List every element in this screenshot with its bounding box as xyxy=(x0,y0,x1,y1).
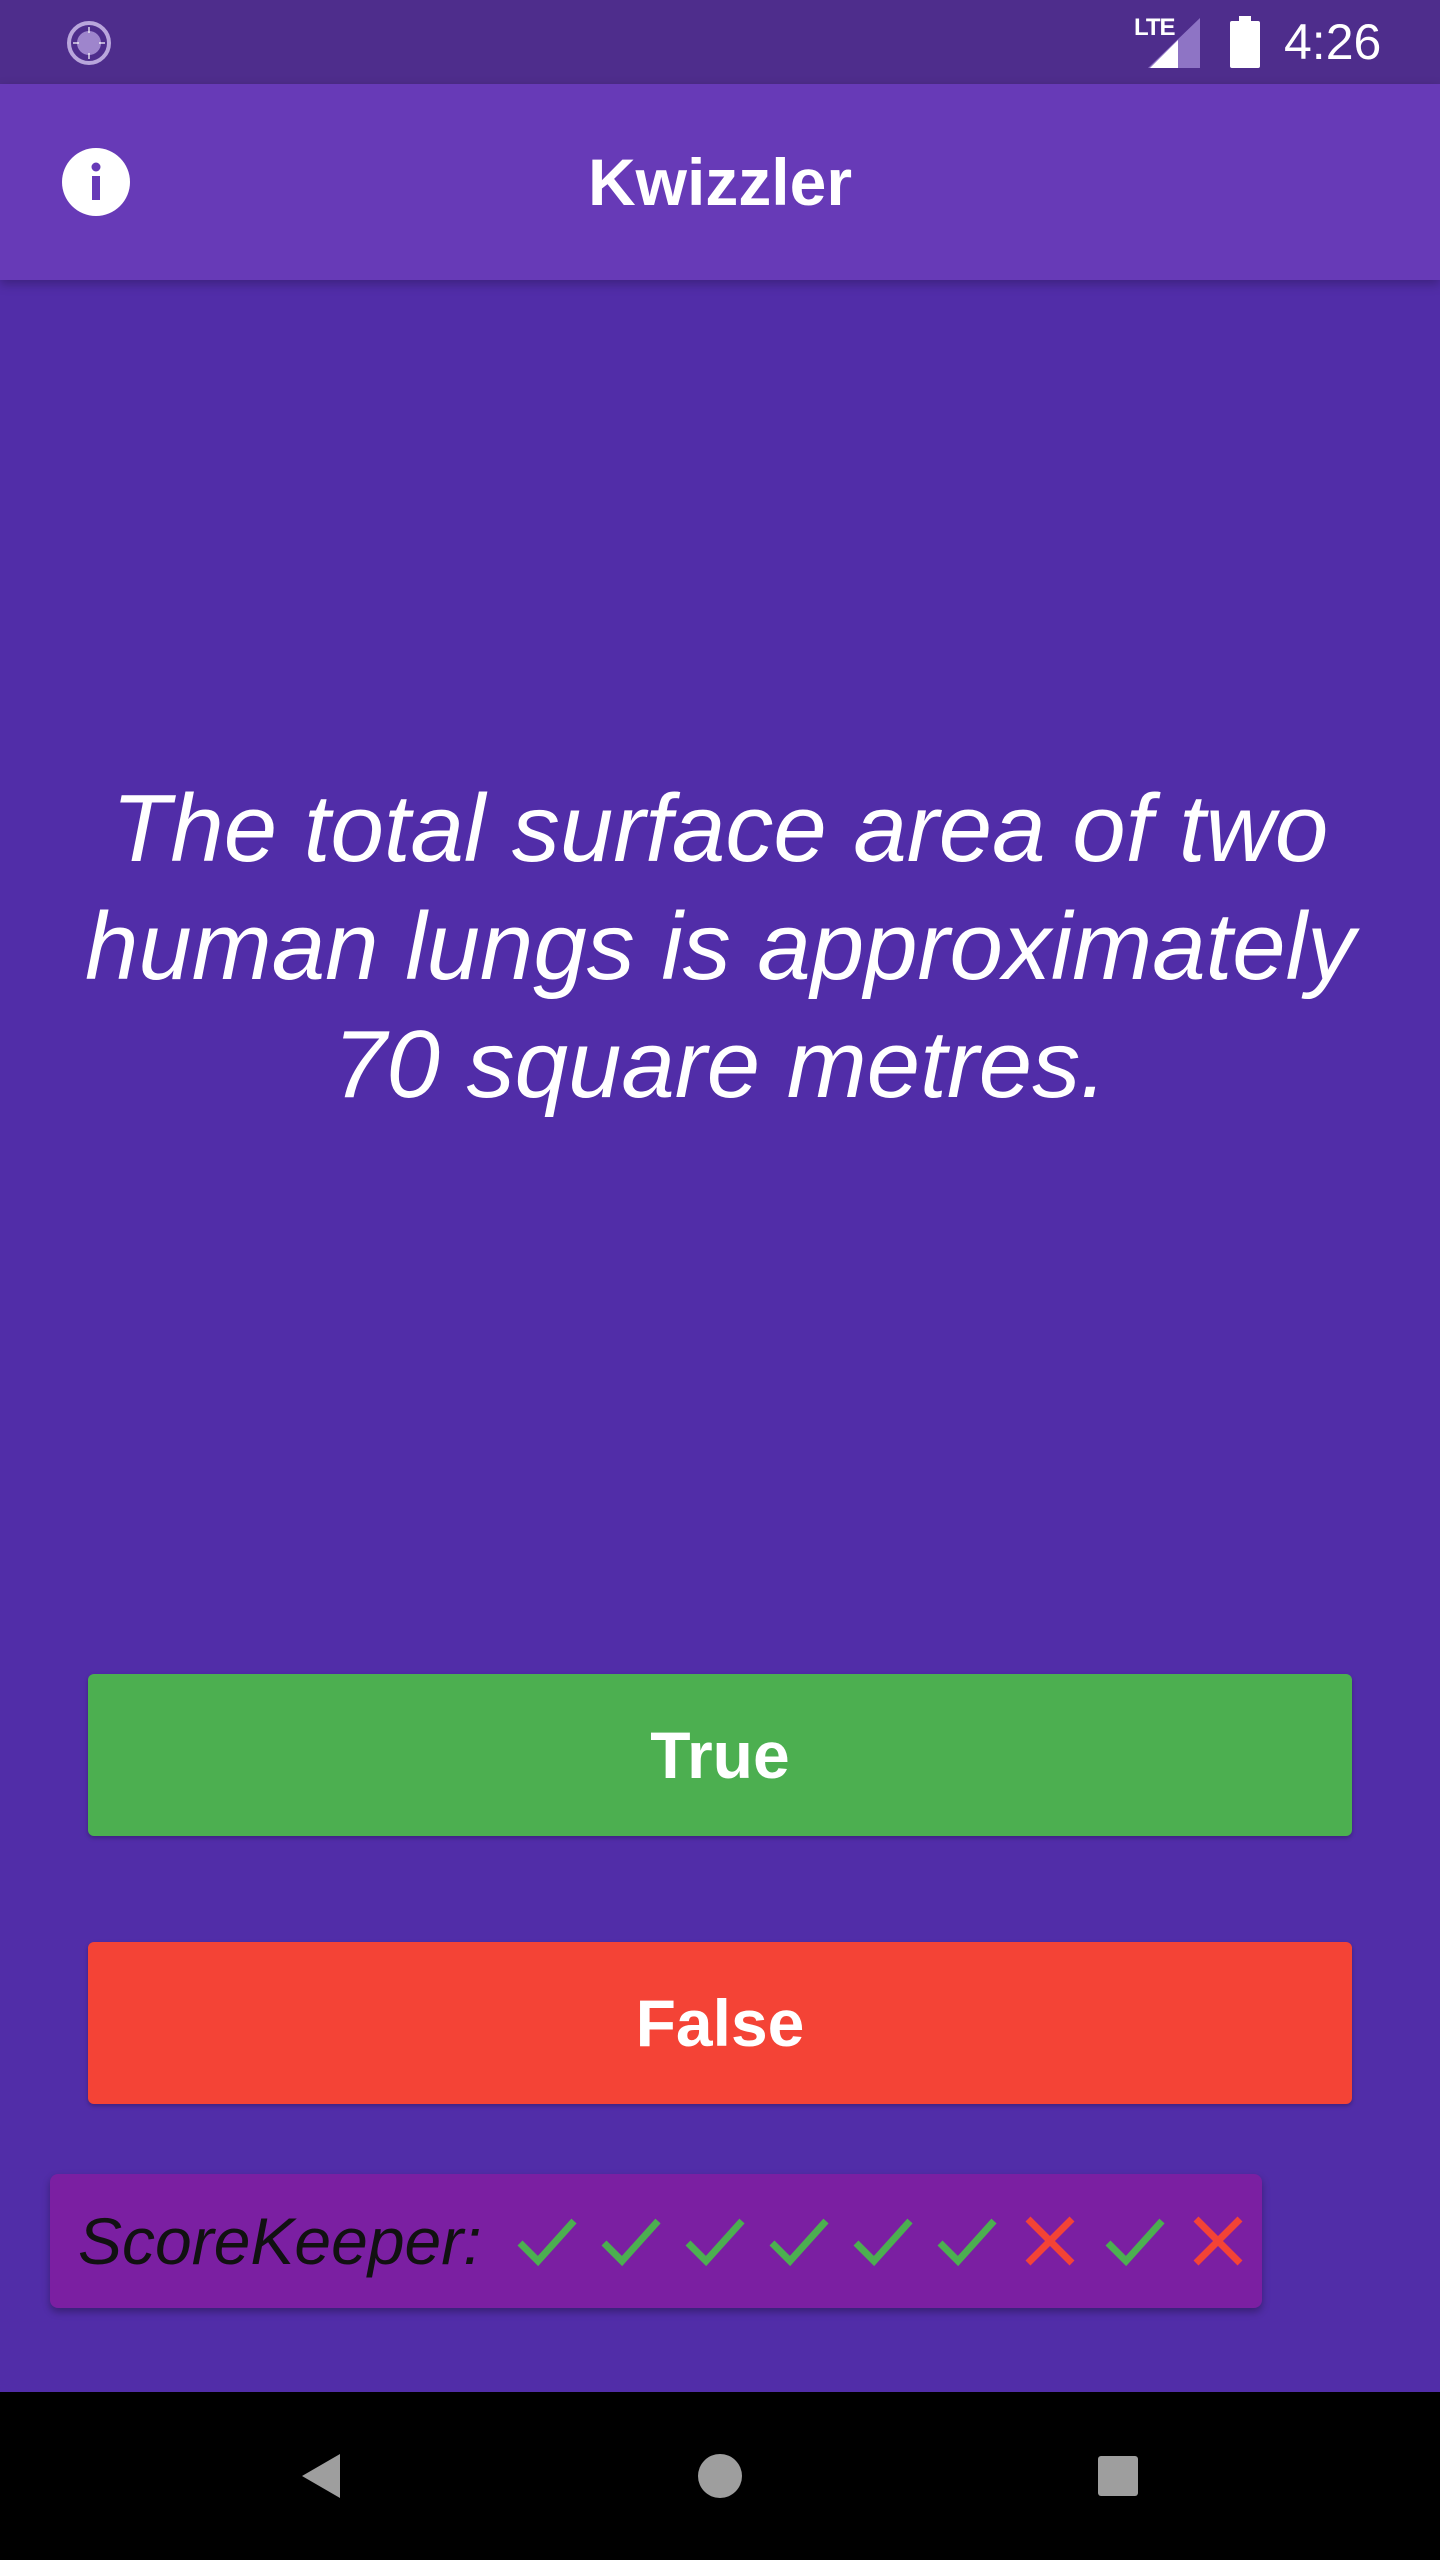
recents-icon[interactable] xyxy=(1076,2434,1160,2518)
home-icon[interactable] xyxy=(678,2434,762,2518)
score-keeper: ScoreKeeper: xyxy=(50,2174,1262,2308)
check-icon xyxy=(601,2218,661,2267)
back-icon[interactable] xyxy=(280,2434,364,2518)
check-icon xyxy=(769,2218,829,2267)
check-icon xyxy=(685,2218,745,2267)
sync-icon xyxy=(67,21,111,65)
close-icon xyxy=(1025,2216,1075,2266)
score-keeper-label: ScoreKeeper: xyxy=(78,2204,482,2278)
info-icon[interactable] xyxy=(62,148,130,216)
true-button[interactable]: True xyxy=(88,1674,1352,1836)
close-icon xyxy=(1193,2216,1243,2266)
signal-icon xyxy=(1148,18,1200,68)
check-icon xyxy=(1105,2218,1165,2267)
app-screen: LTE 4:26 Kwizzler The total surface area… xyxy=(0,0,1440,2560)
false-button[interactable]: False xyxy=(88,1942,1352,2104)
check-icon xyxy=(937,2218,997,2267)
score-icons xyxy=(512,2207,1252,2275)
app-title: Kwizzler xyxy=(587,145,853,219)
check-icon xyxy=(853,2218,913,2267)
status-time: 4:26 xyxy=(1284,14,1382,70)
question-text: The total surface area of two human lung… xyxy=(85,775,1355,1118)
check-icon xyxy=(517,2218,577,2267)
battery-icon xyxy=(1230,16,1260,68)
status-bar: LTE 4:26 xyxy=(0,0,1440,84)
app-bar: Kwizzler xyxy=(0,84,1440,280)
navigation-bar xyxy=(0,2392,1440,2560)
